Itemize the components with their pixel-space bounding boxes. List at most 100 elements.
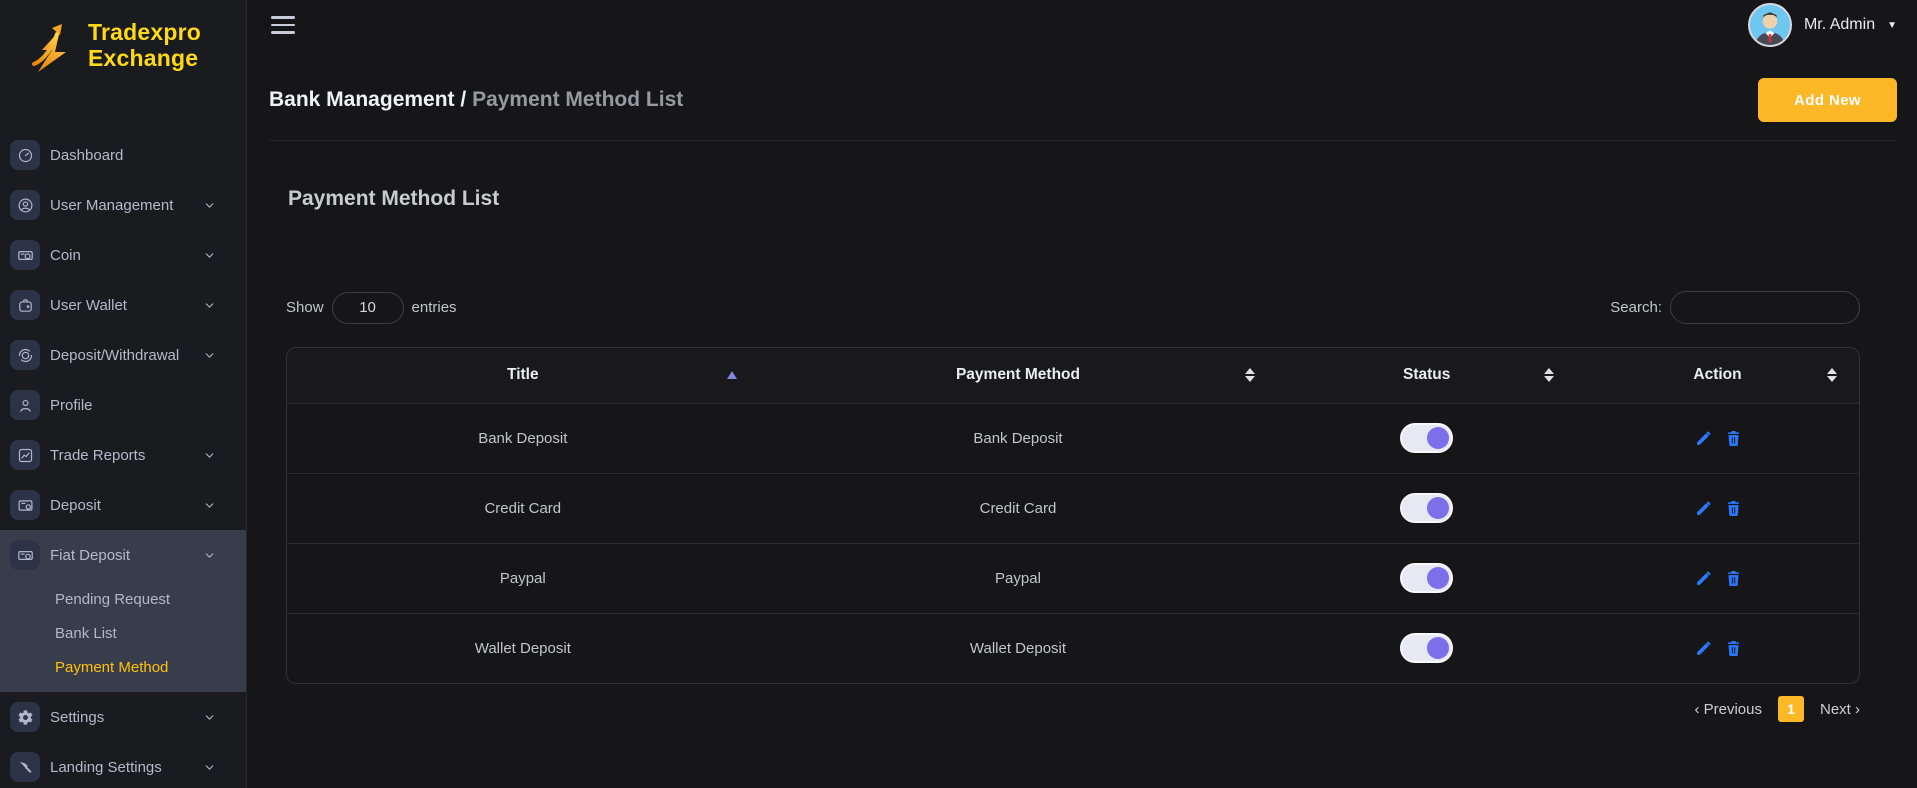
fiat-deposit-icon bbox=[10, 540, 40, 570]
edit-button[interactable] bbox=[1695, 640, 1712, 657]
entries-label: entries bbox=[412, 299, 457, 316]
settings-icon bbox=[10, 702, 40, 732]
cell-title: Credit Card bbox=[287, 473, 759, 543]
sidebar-item-fiat-deposit[interactable]: Fiat Deposit bbox=[0, 530, 246, 580]
sidebar-item-coin[interactable]: Coin bbox=[0, 230, 246, 280]
cell-title: Paypal bbox=[287, 543, 759, 613]
pencil-icon bbox=[1695, 640, 1712, 657]
sidebar-item-label: Trade Reports bbox=[50, 447, 193, 464]
trade-reports-icon bbox=[10, 440, 40, 470]
add-new-button[interactable]: Add New bbox=[1758, 78, 1897, 122]
chevron-down-icon bbox=[203, 499, 216, 512]
edit-button[interactable] bbox=[1695, 570, 1712, 587]
delete-button[interactable] bbox=[1726, 570, 1741, 587]
next-page-button[interactable]: Next › bbox=[1820, 701, 1860, 718]
pagination: ‹ Previous 1 Next › bbox=[286, 696, 1860, 722]
sidebar-item-settings[interactable]: Settings bbox=[0, 692, 246, 742]
chevron-down-icon bbox=[203, 449, 216, 462]
page-size-select[interactable]: 10 bbox=[332, 292, 404, 324]
table-row: Credit Card Credit Card bbox=[287, 473, 1859, 543]
column-header-action[interactable]: Action bbox=[1576, 348, 1859, 403]
pencil-icon bbox=[1695, 500, 1712, 517]
content: Payment Method List Show 10 entries Sear… bbox=[247, 187, 1917, 722]
delete-button[interactable] bbox=[1726, 640, 1741, 657]
hamburger-icon[interactable] bbox=[269, 12, 297, 38]
sidebar-item-label: User Wallet bbox=[50, 297, 193, 314]
profile-icon bbox=[10, 390, 40, 420]
sort-both-icon bbox=[1827, 368, 1837, 382]
cell-title: Bank Deposit bbox=[287, 403, 759, 473]
dashboard-icon bbox=[10, 140, 40, 170]
user-menu[interactable]: Mr. Admin ▼ bbox=[1748, 3, 1897, 47]
sidebar-item-landing-settings[interactable]: Landing Settings bbox=[0, 742, 246, 788]
table-header-row: Title Payment Method Status Action bbox=[287, 348, 1859, 403]
delete-button[interactable] bbox=[1726, 500, 1741, 517]
sidebar-item-trade-reports[interactable]: Trade Reports bbox=[0, 430, 246, 480]
cell-payment-method: Credit Card bbox=[759, 473, 1278, 543]
sidebar-item-deposit-withdrawal[interactable]: Deposit/Withdrawal bbox=[0, 330, 246, 380]
fiat-deposit-submenu: Pending Request Bank List Payment Method bbox=[0, 580, 246, 692]
sidebar-subitem-bank-list[interactable]: Bank List bbox=[55, 616, 246, 650]
sidebar-item-label: Dashboard bbox=[50, 147, 216, 164]
table-row: Wallet Deposit Wallet Deposit bbox=[287, 613, 1859, 683]
sidebar-item-label: Coin bbox=[50, 247, 193, 264]
pencil-icon bbox=[1695, 570, 1712, 587]
header-divider bbox=[269, 140, 1897, 141]
column-header-payment-method[interactable]: Payment Method bbox=[759, 348, 1278, 403]
chevron-down-icon bbox=[203, 711, 216, 724]
cell-title: Wallet Deposit bbox=[287, 613, 759, 683]
brand-name: Tradexpro Exchange bbox=[88, 20, 201, 72]
breadcrumb-page: Payment Method List bbox=[472, 88, 683, 111]
chevron-down-icon bbox=[203, 349, 216, 362]
status-toggle[interactable] bbox=[1400, 633, 1453, 663]
cell-payment-method: Bank Deposit bbox=[759, 403, 1278, 473]
sidebar-item-dashboard[interactable]: Dashboard bbox=[0, 130, 246, 180]
sidebar-item-user-wallet[interactable]: User Wallet bbox=[0, 280, 246, 330]
current-page-button[interactable]: 1 bbox=[1778, 696, 1804, 722]
user-wallet-icon bbox=[10, 290, 40, 320]
landing-settings-icon bbox=[10, 752, 40, 782]
sidebar-item-label: Settings bbox=[50, 709, 193, 726]
page-title: Payment Method List bbox=[286, 187, 1860, 211]
page-size-control: Show 10 entries bbox=[286, 292, 457, 324]
delete-button[interactable] bbox=[1726, 430, 1741, 447]
sidebar-item-label: Deposit/Withdrawal bbox=[50, 347, 193, 364]
chevron-down-icon bbox=[203, 299, 216, 312]
sidebar-item-label: Deposit bbox=[50, 497, 193, 514]
trash-icon bbox=[1726, 570, 1741, 587]
topbar: Mr. Admin ▼ bbox=[247, 0, 1917, 50]
chevron-down-icon bbox=[203, 249, 216, 262]
deposit-withdrawal-icon bbox=[10, 340, 40, 370]
user-name: Mr. Admin bbox=[1804, 16, 1875, 34]
coin-icon bbox=[10, 240, 40, 270]
brand-logo[interactable]: Tradexpro Exchange bbox=[0, 0, 246, 82]
trash-icon bbox=[1726, 640, 1741, 657]
sort-asc-icon bbox=[727, 371, 737, 379]
previous-page-button[interactable]: ‹ Previous bbox=[1694, 701, 1762, 718]
avatar bbox=[1748, 3, 1792, 47]
sidebar-item-user-management[interactable]: User Management bbox=[0, 180, 246, 230]
table-row: Paypal Paypal bbox=[287, 543, 1859, 613]
search-control: Search: bbox=[1610, 291, 1860, 324]
sidebar-item-label: User Management bbox=[50, 197, 193, 214]
sidebar-item-deposit[interactable]: Deposit bbox=[0, 480, 246, 530]
status-toggle[interactable] bbox=[1400, 493, 1453, 523]
edit-button[interactable] bbox=[1695, 500, 1712, 517]
sidebar-item-label: Landing Settings bbox=[50, 759, 193, 776]
search-input[interactable] bbox=[1670, 291, 1860, 324]
sidebar-subitem-pending-request[interactable]: Pending Request bbox=[55, 582, 246, 616]
sidebar-group-fiat-deposit: Fiat Deposit Pending Request Bank List P… bbox=[0, 530, 246, 692]
edit-button[interactable] bbox=[1695, 430, 1712, 447]
sidebar-item-profile[interactable]: Profile bbox=[0, 380, 246, 430]
sidebar-item-label: Fiat Deposit bbox=[50, 547, 193, 564]
sidebar-subitem-payment-method[interactable]: Payment Method bbox=[55, 650, 246, 684]
sidebar-item-label: Profile bbox=[50, 397, 216, 414]
column-header-title[interactable]: Title bbox=[287, 348, 759, 403]
status-toggle[interactable] bbox=[1400, 423, 1453, 453]
user-management-icon bbox=[10, 190, 40, 220]
column-header-status[interactable]: Status bbox=[1277, 348, 1576, 403]
gold-arrow-logo-icon bbox=[26, 20, 82, 78]
status-toggle[interactable] bbox=[1400, 563, 1453, 593]
main-area: Mr. Admin ▼ Bank Management / Payment Me… bbox=[247, 0, 1917, 788]
sort-both-icon bbox=[1544, 368, 1554, 382]
